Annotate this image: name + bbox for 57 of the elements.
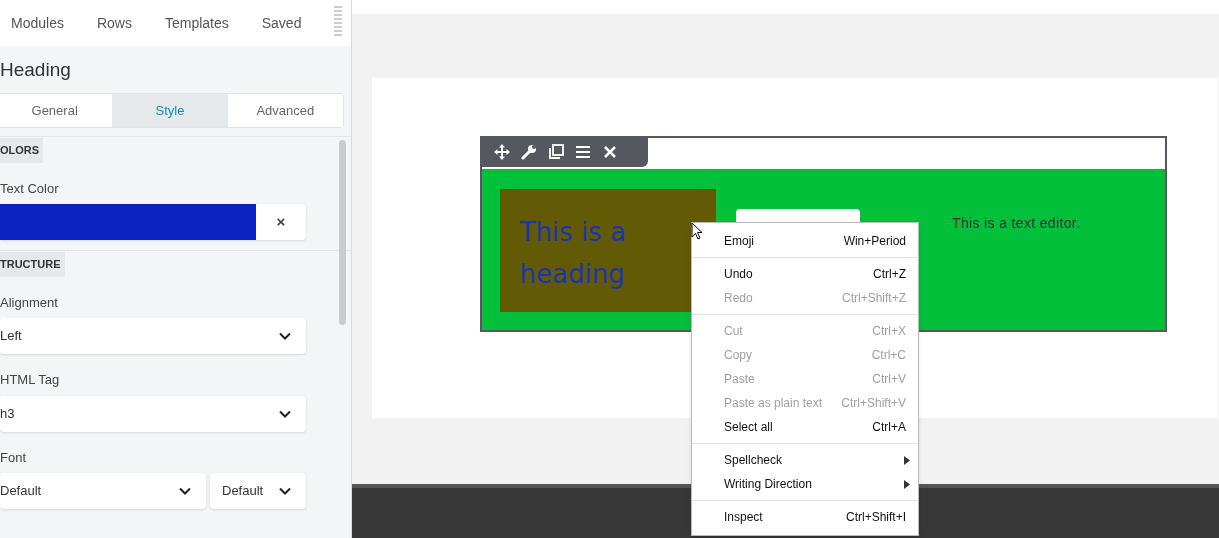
move-icon[interactable] (494, 143, 510, 160)
text-editor-text: This is a text editor. (952, 214, 1081, 233)
shortcut-text: Ctrl+Shift+Z (841, 290, 906, 307)
menu-item-label: Undo (724, 266, 753, 283)
shortcut-text: Win+Period (843, 233, 906, 250)
shortcut-text: Ctrl+V (872, 371, 906, 388)
panel-tab[interactable]: Rows (96, 12, 132, 34)
menu-item[interactable]: Select all Ctrl+A (692, 415, 918, 439)
submenu-arrow-icon (904, 479, 910, 489)
panel-title: Heading (0, 58, 72, 82)
menu-item-label: Select all (724, 419, 773, 436)
close-icon[interactable] (602, 143, 618, 160)
duplicate-icon[interactable] (548, 143, 564, 160)
menu-item-label: Emoji (724, 233, 754, 250)
menu-icon[interactable] (575, 143, 591, 160)
menu-item-label: Redo (724, 290, 753, 307)
shortcut-text: Ctrl+X (872, 323, 906, 340)
drag-handle-icon[interactable] (334, 6, 342, 36)
select-value: Default (222, 482, 264, 501)
menu-item[interactable]: Spellcheck (692, 448, 918, 472)
select-value: Left (0, 327, 22, 346)
shortcut-text: Ctrl+Shift+I (845, 509, 906, 526)
submenu-arrow-icon (904, 455, 910, 465)
menu-item-label: Paste as plain text (724, 395, 823, 412)
shortcut-text: Ctrl+Z (873, 266, 906, 283)
menu-item-label: Cut (724, 323, 743, 340)
menu-item-label: Spellcheck (724, 452, 783, 469)
shortcut-text: Ctrl+C (871, 347, 906, 364)
field-label: Alignment (0, 293, 59, 312)
select-value: h3 (0, 404, 15, 423)
menu-item-label: Copy (724, 347, 752, 364)
clear-color-button[interactable]: × (256, 204, 306, 240)
menu-item-label: Paste (724, 371, 755, 388)
panel-tab[interactable]: Saved (261, 12, 302, 34)
section-heading: TRUCTURE (0, 252, 65, 277)
wrench-icon[interactable] (521, 143, 537, 160)
color-swatch[interactable] (0, 204, 256, 240)
select-dropdown[interactable]: Default (0, 473, 206, 509)
field-label: Font (0, 448, 27, 467)
select-dropdown[interactable]: h3 (0, 395, 306, 432)
select-dropdown[interactable]: Left (0, 318, 306, 354)
field-label: HTML Tag (0, 371, 61, 389)
panel-tab[interactable]: Templates (164, 12, 229, 34)
menu-item[interactable]: Undo Ctrl+Z (692, 262, 918, 286)
section-heading: OLORS (0, 138, 44, 163)
select-dropdown[interactable]: Default (210, 473, 306, 509)
field-label: Text Color (0, 179, 60, 198)
heading-text: This is a heading (520, 216, 628, 291)
scrollbar-thumb[interactable] (339, 140, 346, 325)
shortcut-text: Ctrl+A (872, 419, 906, 436)
panel-tab[interactable]: Modules (11, 12, 64, 34)
menu-item[interactable]: Inspect Ctrl+Shift+I (692, 505, 918, 529)
menu-item[interactable]: Writing Direction (692, 472, 918, 496)
menu-item-label: Writing Direction (724, 476, 812, 493)
select-value: Default (0, 482, 42, 501)
shortcut-text: Ctrl+Shift+V (841, 395, 906, 412)
menu-item-label: Inspect (724, 509, 763, 526)
